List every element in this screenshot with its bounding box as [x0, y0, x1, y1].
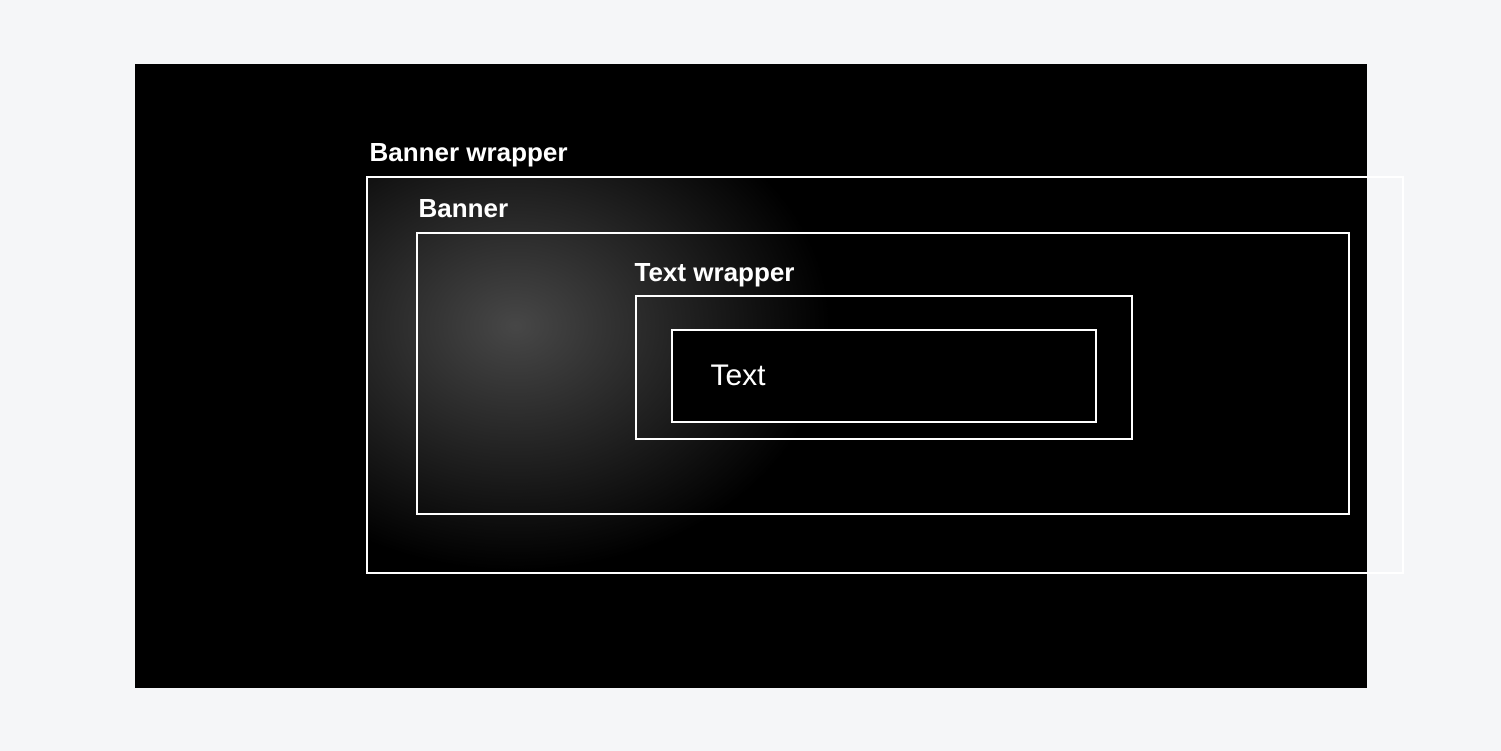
- text-label: Text: [711, 359, 766, 393]
- banner-wrapper-label: Banner wrapper: [370, 139, 568, 165]
- text-wrapper-label: Text wrapper: [635, 259, 795, 285]
- diagram-canvas: Banner wrapper Banner Text wrapper Text: [135, 64, 1367, 688]
- text-box: Text: [671, 329, 1097, 423]
- banner-label: Banner: [419, 195, 509, 221]
